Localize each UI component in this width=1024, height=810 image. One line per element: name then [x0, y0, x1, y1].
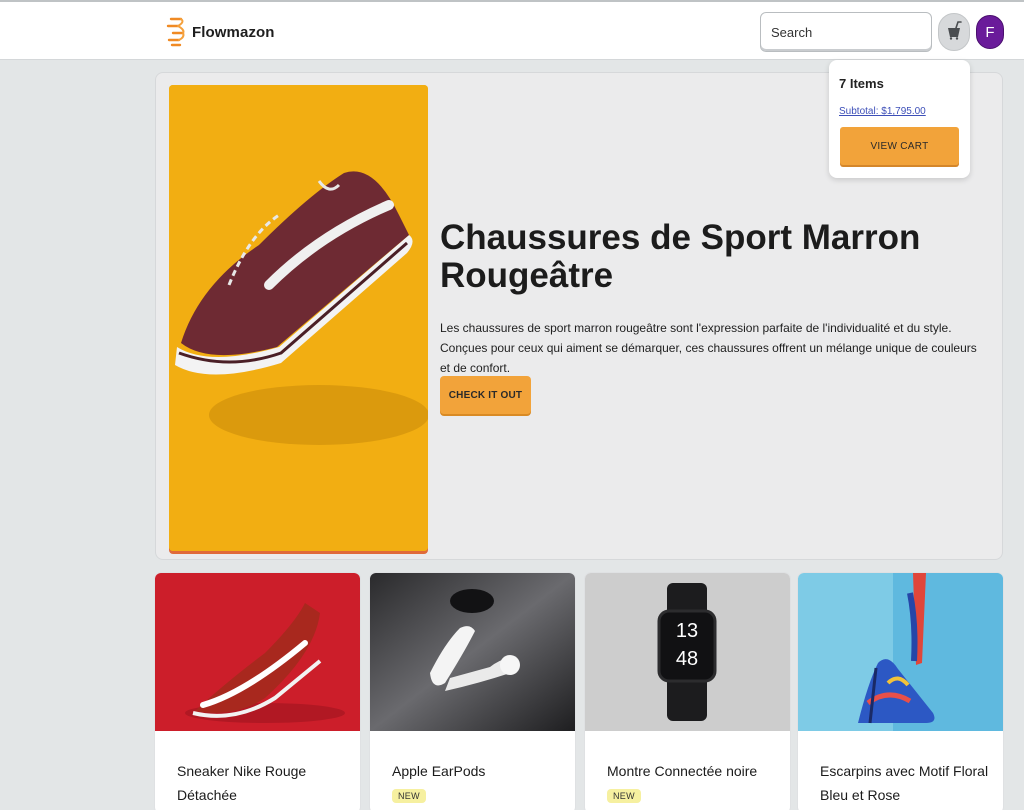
- hero-description: Les chaussures de sport marron rougeâtre…: [440, 321, 977, 375]
- new-badge: NEW: [607, 789, 641, 803]
- product-name: Escarpins avec Motif Floral Bleu et Rose: [820, 763, 989, 803]
- product-card[interactable]: 13 48 Montre Connectée noire NEW: [585, 573, 790, 810]
- new-badge: NEW: [392, 789, 426, 803]
- top-navbar: Flowmazon F: [0, 0, 1024, 60]
- product-image: [370, 573, 575, 731]
- product-card[interactable]: Sneaker Nike Rouge Détachée: [155, 573, 360, 810]
- product-name: Sneaker Nike Rouge Détachée: [177, 763, 307, 803]
- avatar-initial: F: [985, 23, 995, 41]
- product-image: 13 48: [585, 573, 790, 731]
- view-cart-button[interactable]: VIEW CART: [840, 127, 959, 165]
- cart-dropdown: 7 Items Subtotal: $1,795.00 VIEW CART: [829, 60, 970, 178]
- cart-subtotal: Subtotal: $1,795.00: [839, 106, 926, 117]
- user-avatar[interactable]: F: [976, 15, 1004, 49]
- check-it-out-button[interactable]: CHECK IT OUT: [440, 376, 531, 414]
- cart-item-count: 7 Items: [839, 76, 884, 91]
- product-image: [155, 573, 360, 731]
- search-input[interactable]: [760, 12, 932, 52]
- cart-button[interactable]: [938, 13, 970, 51]
- cart-icon: [945, 20, 963, 45]
- flowmazon-logo-icon: [164, 16, 186, 48]
- brand-link[interactable]: Flowmazon: [164, 16, 275, 48]
- product-name: Montre Connectée noire: [607, 763, 758, 779]
- product-image: [798, 573, 1003, 731]
- hero-product-image: [169, 85, 428, 551]
- svg-text:13: 13: [676, 620, 698, 642]
- product-grid: Sneaker Nike Rouge Détachée Apple EarPod…: [155, 573, 1005, 810]
- brand-name: Flowmazon: [192, 23, 275, 41]
- product-name: Apple EarPods: [392, 763, 486, 779]
- product-card[interactable]: Escarpins avec Motif Floral Bleu et Rose: [798, 573, 1003, 810]
- hero-title: Chaussures de Sport Marron Rougeâtre: [440, 218, 921, 295]
- product-card[interactable]: Apple EarPods NEW: [370, 573, 575, 810]
- svg-text:48: 48: [676, 648, 698, 670]
